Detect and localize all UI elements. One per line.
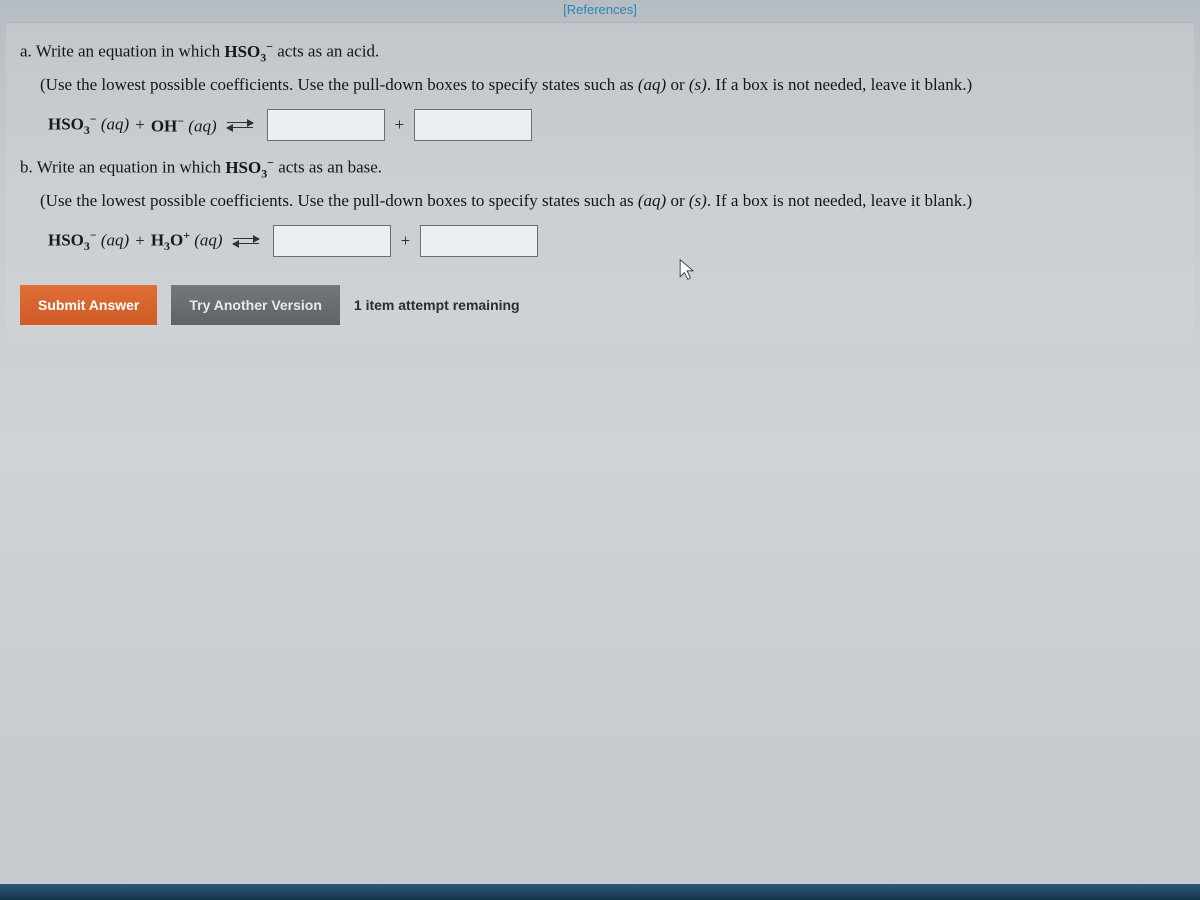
part-b-instructions: (Use the lowest possible coefficients. U…	[40, 191, 1180, 211]
part-b-prompt: b. Write an equation in which HSO3− acts…	[20, 155, 1180, 181]
plus-sign: +	[395, 115, 405, 135]
reactant-1-sup: −	[90, 228, 97, 242]
part-a-prompt: a. Write an equation in which HSO3− acts…	[20, 39, 1180, 65]
part-a-instructions: (Use the lowest possible coefficients. U…	[40, 75, 1180, 95]
reactant-2-sup: −	[177, 114, 184, 128]
equilibrium-arrow-icon	[227, 118, 253, 132]
part-b-instr-post: . If a box is not needed, leave it blank…	[707, 191, 972, 210]
part-b-reactant-2: H3O+ (aq)	[151, 228, 223, 254]
plus-sign: +	[135, 115, 145, 135]
part-b-instr-pre: (Use the lowest possible coefficients. U…	[40, 191, 638, 210]
question-viewport: [References] a. Write an equation in whi…	[0, 0, 1200, 900]
reactant-2-base: OH	[151, 116, 177, 135]
reactant-2-sup: +	[183, 228, 190, 242]
attempts-remaining-label: 1 item attempt remaining	[354, 297, 520, 313]
part-b-prompt-suffix: acts as an base.	[274, 158, 382, 177]
action-row: Submit Answer Try Another Version 1 item…	[20, 285, 1180, 325]
part-b-product-1-input[interactable]	[273, 225, 391, 257]
part-b-instr-mid: or	[666, 191, 689, 210]
part-a-species: HSO3−	[224, 42, 273, 61]
part-a-equation: HSO3− (aq) + OH− (aq) +	[48, 109, 1180, 141]
part-a-prompt-prefix: a. Write an equation in which	[20, 42, 224, 61]
part-a-instr-ex2: (s)	[689, 75, 707, 94]
part-b-product-2-input[interactable]	[420, 225, 538, 257]
equilibrium-arrow-icon	[233, 234, 259, 248]
reactant-2-state: (aq)	[188, 116, 216, 135]
try-another-version-button[interactable]: Try Another Version	[171, 285, 340, 325]
question-content: a. Write an equation in which HSO3− acts…	[6, 22, 1194, 343]
reactant-1-state: (aq)	[101, 231, 129, 250]
reactant-1-base: HSO	[48, 115, 84, 134]
reactant-1-base: HSO	[48, 231, 84, 250]
part-b-reactant-1: HSO3− (aq)	[48, 228, 129, 254]
footer-bar	[0, 884, 1200, 900]
part-b-species: HSO3−	[225, 158, 274, 177]
reactant-1-state: (aq)	[101, 115, 129, 134]
part-a-instr-mid: or	[666, 75, 689, 94]
references-link-container: [References]	[0, 2, 1200, 17]
part-a-reactant-1: HSO3− (aq)	[48, 112, 129, 138]
plus-sign: +	[135, 231, 145, 251]
part-a-reactant-2: OH− (aq)	[151, 114, 217, 137]
part-a-instr-pre: (Use the lowest possible coefficients. U…	[40, 75, 638, 94]
part-b-instr-ex2: (s)	[689, 191, 707, 210]
part-a-prompt-suffix: acts as an acid.	[273, 42, 379, 61]
reactant-1-sup: −	[90, 112, 97, 126]
reactant-2-mid: O	[170, 231, 183, 250]
part-a-instr-ex1: (aq)	[638, 75, 666, 94]
part-b-equation: HSO3− (aq) + H3O+ (aq) +	[48, 225, 1180, 257]
part-a-instr-post: . If a box is not needed, leave it blank…	[707, 75, 972, 94]
part-a-product-1-input[interactable]	[267, 109, 385, 141]
part-a-product-2-input[interactable]	[414, 109, 532, 141]
submit-answer-button[interactable]: Submit Answer	[20, 285, 157, 325]
reactant-2-base: H	[151, 231, 164, 250]
plus-sign: +	[401, 231, 411, 251]
reactant-2-state: (aq)	[194, 231, 222, 250]
part-b-prompt-prefix: b. Write an equation in which	[20, 158, 225, 177]
part-b-instr-ex1: (aq)	[638, 191, 666, 210]
references-link[interactable]: [References]	[563, 2, 637, 17]
